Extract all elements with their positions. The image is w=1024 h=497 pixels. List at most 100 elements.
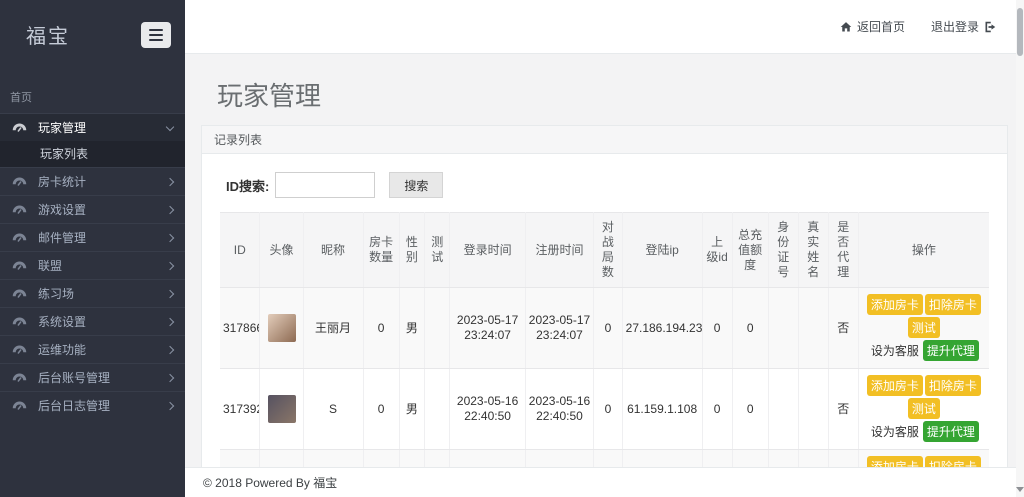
promote-agent-button[interactable]: 提升代理 bbox=[923, 421, 979, 442]
cell-room-cards: 0 bbox=[363, 288, 399, 369]
table-header-row: ID 头像 昵称 房卡数量 性别 测试 登录时间 注册时间 对战局数 登陆ip bbox=[220, 213, 989, 288]
menu-toggle-button[interactable] bbox=[141, 22, 171, 48]
test-button[interactable]: 测试 bbox=[908, 398, 940, 419]
dashboard-icon bbox=[12, 232, 32, 244]
dashboard-icon bbox=[12, 176, 32, 188]
col-avatar: 头像 bbox=[260, 213, 303, 288]
add-room-card-button[interactable]: 添加房卡 bbox=[867, 456, 923, 467]
cell-id: 317392 bbox=[220, 369, 260, 450]
cell-login-ip: 27.186.194.232 bbox=[622, 288, 702, 369]
col-gender: 性别 bbox=[399, 213, 424, 288]
cell-nickname bbox=[303, 450, 363, 468]
cell-actions: 添加房卡扣除房卡测试 设为客服提升代理 bbox=[858, 450, 989, 468]
cell-parent-id: 0 bbox=[702, 369, 732, 450]
content: 玩家管理 记录列表 ID搜索: 搜索 bbox=[185, 54, 1024, 467]
sidebar-item-mail-management[interactable]: 邮件管理 bbox=[0, 223, 185, 251]
search-button[interactable]: 搜索 bbox=[389, 172, 443, 198]
scroll-down-arrow-icon[interactable] bbox=[1016, 487, 1024, 492]
col-recharge: 总充值额度 bbox=[732, 213, 768, 288]
col-nickname: 昵称 bbox=[303, 213, 363, 288]
chevron-right-icon bbox=[166, 261, 174, 269]
dashboard-icon bbox=[12, 316, 32, 328]
dashboard-icon bbox=[12, 204, 32, 216]
copyright-text: © 2018 Powered By 福宝 bbox=[203, 474, 337, 491]
sidebar-logo-row: 福宝 bbox=[0, 0, 185, 75]
sidebar-subitem-player-list[interactable]: 玩家列表 bbox=[0, 141, 185, 167]
cell-parent-id: 0 bbox=[702, 288, 732, 369]
cell-is-agent: 否 bbox=[828, 288, 858, 369]
sidebar-item-system-settings[interactable]: 系统设置 bbox=[0, 307, 185, 335]
cell-is-agent: 否 bbox=[828, 450, 858, 468]
cell-login-time: 2023-05-1723:24:07 bbox=[450, 288, 525, 369]
players-table: ID 头像 昵称 房卡数量 性别 测试 登录时间 注册时间 对战局数 登陆ip bbox=[220, 212, 989, 467]
sidebar-item-player-management[interactable]: 玩家管理 bbox=[0, 113, 185, 141]
deduct-room-card-button[interactable]: 扣除房卡 bbox=[925, 375, 981, 396]
cell-battles: 0 bbox=[594, 288, 622, 369]
id-search-input[interactable] bbox=[275, 172, 375, 198]
scrollbar[interactable] bbox=[1016, 0, 1024, 497]
col-room-cards: 房卡数量 bbox=[363, 213, 399, 288]
main-area: 返回首页 退出登录 玩家管理 记录列表 ID搜索: 搜索 bbox=[185, 0, 1024, 497]
cell-register-time: 2023-05-1622:40:50 bbox=[525, 369, 593, 450]
test-button[interactable]: 测试 bbox=[908, 317, 940, 338]
dashboard-icon bbox=[12, 260, 32, 272]
scrollbar-thumb[interactable] bbox=[1017, 8, 1023, 56]
sidebar-item-practice-field[interactable]: 练习场 bbox=[0, 279, 185, 307]
sidebar-item-room-card-stats[interactable]: 房卡统计 bbox=[0, 167, 185, 195]
record-list-panel: 记录列表 ID搜索: 搜索 bbox=[201, 125, 1008, 467]
panel-body: ID搜索: 搜索 ID bbox=[202, 154, 1007, 467]
id-search-label: ID搜索: bbox=[226, 176, 269, 195]
sidebar-item-alliance[interactable]: 联盟 bbox=[0, 251, 185, 279]
table-row: 317866 王丽月 0 男 2023-05-1723:24:07 2023-0… bbox=[220, 288, 989, 369]
cell-real-name bbox=[798, 288, 828, 369]
col-battles: 对战局数 bbox=[594, 213, 622, 288]
cell-recharge: 0 bbox=[732, 369, 768, 450]
cell-parent-id: 0 bbox=[702, 450, 732, 468]
sidebar-item-admin-accounts[interactable]: 后台账号管理 bbox=[0, 363, 185, 391]
col-id-card: 身份证号 bbox=[768, 213, 798, 288]
set-customer-service-button[interactable]: 设为客服 bbox=[871, 341, 919, 362]
col-login-ip: 登陆ip bbox=[622, 213, 702, 288]
cell-id-card bbox=[768, 450, 798, 468]
add-room-card-button[interactable]: 添加房卡 bbox=[867, 375, 923, 396]
sidebar-item-ops-functions[interactable]: 运维功能 bbox=[0, 335, 185, 363]
cell-login-ip: 61.159.1.3 bbox=[622, 450, 702, 468]
chevron-right-icon bbox=[166, 289, 174, 297]
logout-link[interactable]: 退出登录 bbox=[931, 18, 996, 35]
cell-test bbox=[425, 369, 450, 450]
col-is-agent: 是否代理 bbox=[828, 213, 858, 288]
add-room-card-button[interactable]: 添加房卡 bbox=[867, 294, 923, 315]
table-row: 317389 0 男 2023-05-1716:38:39 2023-05-16… bbox=[220, 450, 989, 468]
col-register-time: 注册时间 bbox=[525, 213, 593, 288]
cell-battles: 0 bbox=[594, 450, 622, 468]
set-customer-service-button[interactable]: 设为客服 bbox=[871, 422, 919, 443]
panel-title: 记录列表 bbox=[202, 126, 1007, 154]
cell-room-cards: 0 bbox=[363, 369, 399, 450]
avatar bbox=[268, 395, 296, 423]
avatar bbox=[268, 314, 296, 342]
topbar: 返回首页 退出登录 bbox=[185, 0, 1024, 54]
deduct-room-card-button[interactable]: 扣除房卡 bbox=[925, 456, 981, 467]
deduct-room-card-button[interactable]: 扣除房卡 bbox=[925, 294, 981, 315]
sidebar-item-game-settings[interactable]: 游戏设置 bbox=[0, 195, 185, 223]
promote-agent-button[interactable]: 提升代理 bbox=[923, 340, 979, 361]
cell-test bbox=[425, 288, 450, 369]
cell-recharge: 0 bbox=[732, 450, 768, 468]
cell-nickname: S bbox=[303, 369, 363, 450]
chevron-right-icon bbox=[166, 205, 174, 213]
cell-nickname: 王丽月 bbox=[303, 288, 363, 369]
cell-id: 317866 bbox=[220, 288, 260, 369]
sidebar-item-admin-logs[interactable]: 后台日志管理 bbox=[0, 391, 185, 419]
logout-icon bbox=[984, 21, 996, 33]
cell-real-name bbox=[798, 369, 828, 450]
home-link[interactable]: 返回首页 bbox=[840, 18, 905, 35]
col-login-time: 登录时间 bbox=[450, 213, 525, 288]
dashboard-icon bbox=[12, 372, 32, 384]
cell-room-cards: 0 bbox=[363, 450, 399, 468]
col-test: 测试 bbox=[425, 213, 450, 288]
cell-id-card bbox=[768, 369, 798, 450]
cell-gender: 男 bbox=[399, 369, 424, 450]
chevron-right-icon bbox=[166, 345, 174, 353]
sidebar-section-label: 首页 bbox=[0, 75, 185, 113]
cell-login-ip: 61.159.1.108 bbox=[622, 369, 702, 450]
